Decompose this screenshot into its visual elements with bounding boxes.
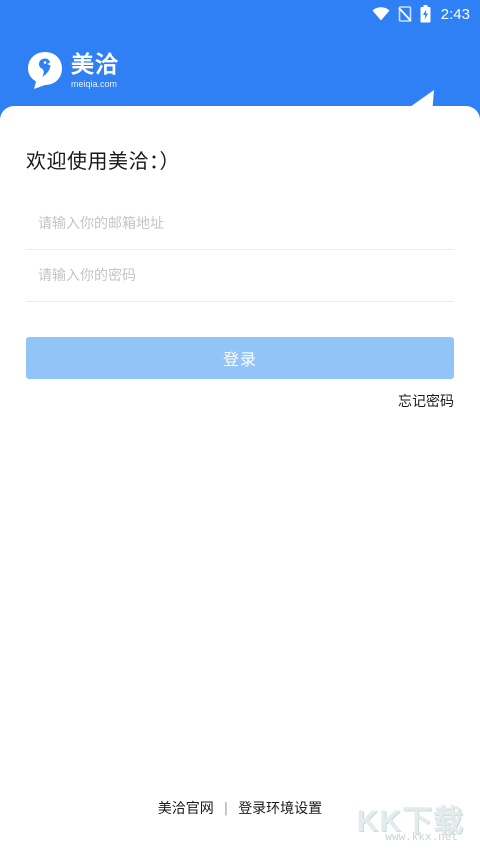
status-icons: 2:43 [372,4,470,24]
login-button[interactable]: 登录 [26,337,454,379]
app-logo: 美洽 meiqia.com [26,50,119,90]
wifi-icon [372,7,390,21]
welcome-title: 欢迎使用美洽：） [26,149,180,173]
no-signal-icon [398,6,412,22]
battery-charging-icon [420,5,431,23]
password-field [26,250,454,302]
email-field [26,198,454,250]
logo-domain: meiqia.com [71,79,118,89]
status-bar: 2:43 [0,0,480,28]
meiqia-logo-icon [28,52,62,89]
forgot-password-link[interactable]: 忘记密码 [398,391,454,411]
password-input[interactable] [38,250,442,302]
logo-name: 美洽 [71,52,119,78]
watermark-url: www.kkx.net [385,832,458,844]
logo-text: 美洽 meiqia.com [71,52,119,90]
official-site-link[interactable]: 美洽官网 [158,798,214,818]
status-time: 2:43 [440,5,470,23]
login-screen: 2:43 美洽 meiqia.com 欢迎使用美洽：） 登录 忘记密码 美洽官网… [0,0,480,853]
card-notch [400,90,434,114]
footer-separator: | [223,800,229,816]
login-environment-settings-link[interactable]: 登录环境设置 [238,798,322,818]
email-input[interactable] [38,198,442,250]
watermark: KK下载 www.kkx.net [354,796,464,848]
